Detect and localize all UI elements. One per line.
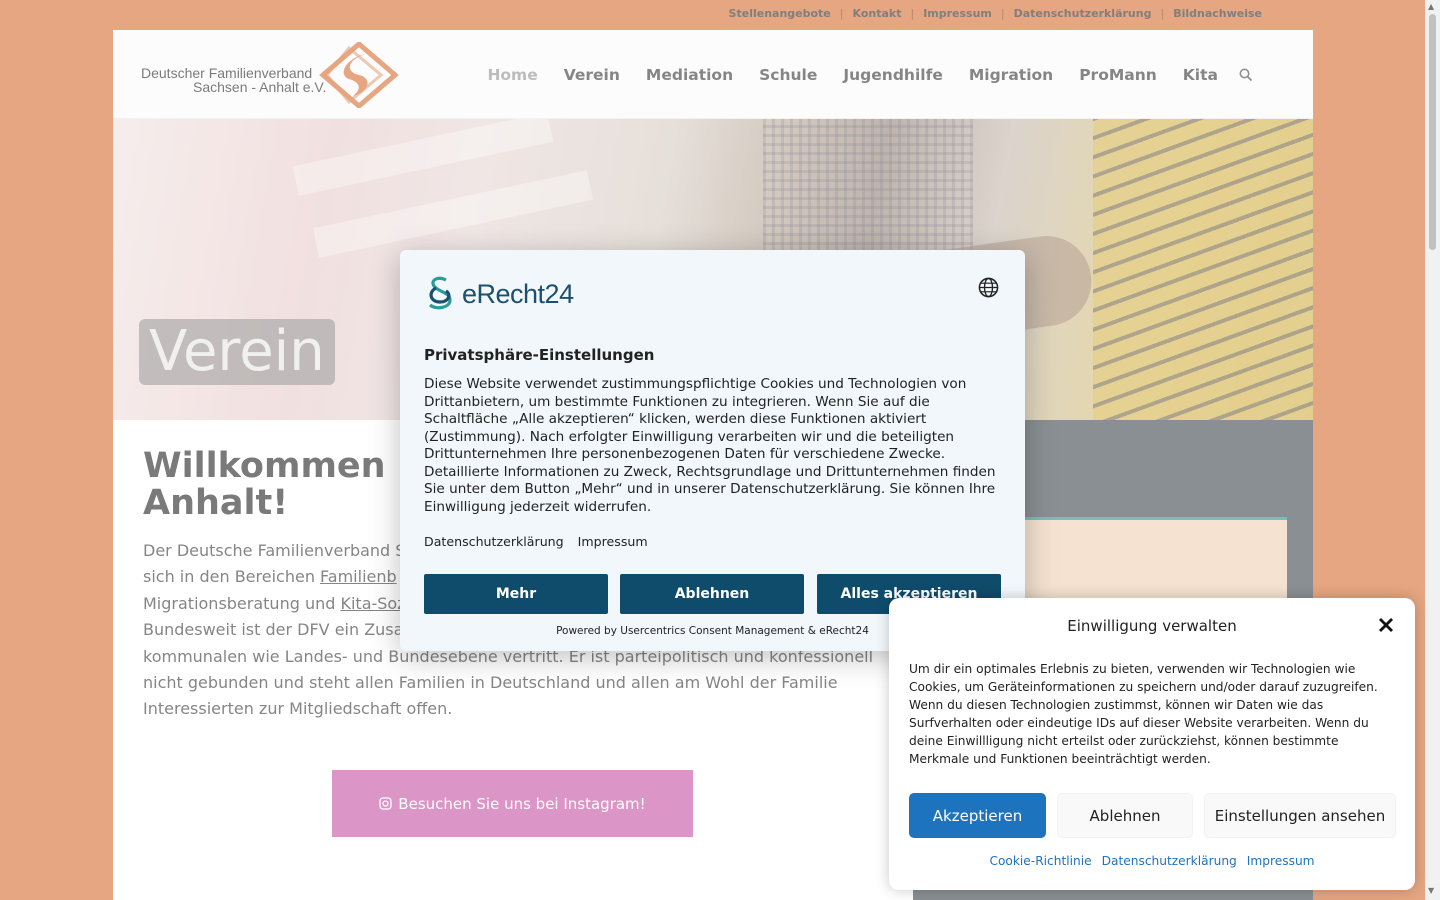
consent-accept-button[interactable]: Akzeptieren (909, 793, 1046, 838)
scroll-down-icon[interactable]: ▼ (1428, 886, 1434, 895)
more-button[interactable]: Mehr (424, 574, 608, 614)
consent-description: Um dir ein optimales Erlebnis zu bieten,… (909, 662, 1378, 766)
deny-button[interactable]: Ablehnen (620, 574, 804, 614)
scroll-up-icon[interactable]: ▲ (1428, 2, 1434, 11)
page-scrollbar[interactable]: ▲ ▼ (1425, 0, 1440, 900)
modal-description: Diese Website verwendet zustimmungspflic… (424, 376, 996, 515)
consent-preferences-button[interactable]: Einstellungen ansehen (1204, 793, 1396, 838)
globe-icon[interactable] (978, 277, 999, 298)
consent-links: Cookie-Richtlinie Datenschutzerklärung I… (889, 854, 1415, 868)
cookie-consent-panel: Einwilligung verwalten Um dir ein optima… (889, 598, 1415, 890)
consent-deny-button[interactable]: Ablehnen (1057, 793, 1193, 838)
erecht24-logo: eRecht24 (424, 274, 574, 314)
imprint-link[interactable]: Impressum (1247, 854, 1315, 868)
modal-title: Privatsphäre-Einstellungen (424, 346, 655, 364)
privacy-settings-modal: eRecht24 Privatsphäre-Einstellungen Dies… (400, 250, 1025, 651)
consent-title: Einwilligung verwalten (1067, 617, 1237, 635)
modal-links: Datenschutzerklärung Impressum (424, 534, 648, 549)
erecht24-brand: eRecht24 (462, 278, 574, 309)
modal-link-privacy[interactable]: Datenschutzerklärung (424, 534, 564, 549)
modal-link-imprint[interactable]: Impressum (578, 534, 648, 549)
close-icon[interactable] (1377, 616, 1395, 634)
scroll-thumb[interactable] (1429, 14, 1436, 250)
cookie-policy-link[interactable]: Cookie-Richtlinie (989, 854, 1091, 868)
privacy-policy-link[interactable]: Datenschutzerklärung (1102, 854, 1237, 868)
section-sign-icon (428, 276, 452, 310)
